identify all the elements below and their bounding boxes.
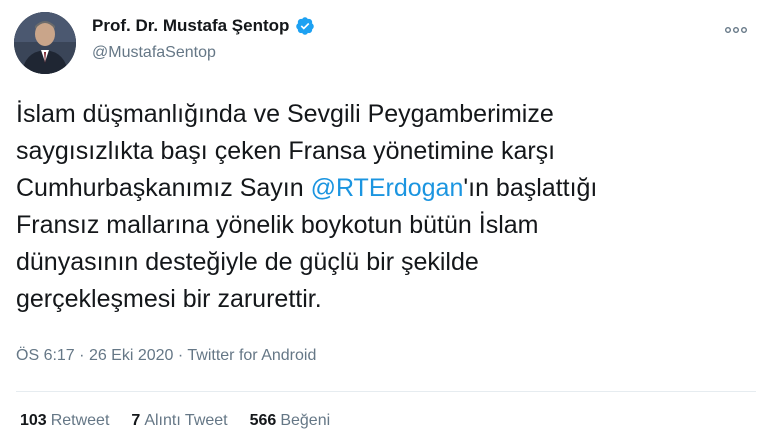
- retweet-count-number: 103: [20, 412, 47, 429]
- tweet-line: Cumhurbaşkanımız Sayın @RTErdogan'ın baş…: [16, 170, 756, 207]
- tweet-line: dünyasının desteğiyle de güçlü bir şekil…: [16, 244, 756, 281]
- quote-tweet-count[interactable]: 7 Alıntı Tweet: [131, 412, 227, 430]
- author-handle[interactable]: @MustafaSentop: [92, 44, 216, 62]
- tweet-meta: ÖS 6:17 · 26 Eki 2020 · Twitter for Andr…: [16, 347, 316, 365]
- profile-photo-icon: [14, 12, 76, 74]
- tweet-time: ÖS 6:17: [16, 347, 75, 364]
- retweet-count-label: Retweet: [50, 412, 110, 429]
- tweet-line: gerçekleşmesi bir zarurettir.: [16, 281, 756, 318]
- like-count-number: 566: [249, 412, 277, 429]
- author-name-text: Prof. Dr. Mustafa Şentop: [92, 16, 290, 35]
- timestamp-link[interactable]: ÖS 6:17 · 26 Eki 2020: [16, 347, 173, 364]
- tweet-stats: 103 Retweet 7 Alıntı Tweet 566 Beğeni: [20, 412, 330, 430]
- mention-link[interactable]: @RTErdogan: [311, 174, 464, 202]
- more-options-button[interactable]: [720, 20, 752, 40]
- tweet-line-text: dünyasının desteğiyle de güçlü bir şekil…: [16, 248, 479, 276]
- verified-badge-icon: [296, 17, 315, 35]
- quote-count-number: 7: [131, 412, 141, 429]
- source-link[interactable]: Twitter for Android: [187, 347, 316, 364]
- tweet-line: saygısızlıkta başı çeken Fransa yönetimi…: [16, 133, 756, 170]
- like-count-label: Beğeni: [280, 412, 331, 429]
- tweet-line-text: saygısızlıkta başı çeken Fransa yönetimi…: [16, 137, 556, 165]
- tweet-line-text: gerçekleşmesi bir zarurettir.: [16, 285, 322, 313]
- tweet-date: 26 Eki 2020: [88, 347, 174, 364]
- meta-separator: ·: [177, 347, 184, 364]
- tweet-line: Fransız mallarına yönelik boykotun bütün…: [16, 207, 756, 244]
- author-name[interactable]: Prof. Dr. Mustafa Şentop: [92, 16, 315, 36]
- tweet-line-text: Cumhurbaşkanımız Sayın: [16, 174, 311, 202]
- meta-separator: ·: [79, 347, 85, 364]
- tweet-text: İslam düşmanlığında ve Sevgili Peygamber…: [16, 96, 756, 318]
- tweet-card: Prof. Dr. Mustafa Şentop @MustafaSentop …: [0, 0, 770, 439]
- tweet-line-text: İslam düşmanlığında ve Sevgili Peygamber…: [16, 100, 554, 128]
- like-count[interactable]: 566 Beğeni: [250, 412, 331, 430]
- tweet-line: İslam düşmanlığında ve Sevgili Peygamber…: [16, 96, 756, 133]
- quote-count-label: Alıntı Tweet: [144, 412, 228, 429]
- avatar[interactable]: [14, 12, 76, 74]
- tweet-line-text: Fransız mallarına yönelik boykotun bütün…: [16, 211, 539, 239]
- more-options-icon: [725, 27, 747, 33]
- tweet-line-text: 'ın başlattığı: [463, 174, 598, 202]
- retweet-count[interactable]: 103 Retweet: [20, 412, 109, 430]
- divider: [16, 391, 756, 392]
